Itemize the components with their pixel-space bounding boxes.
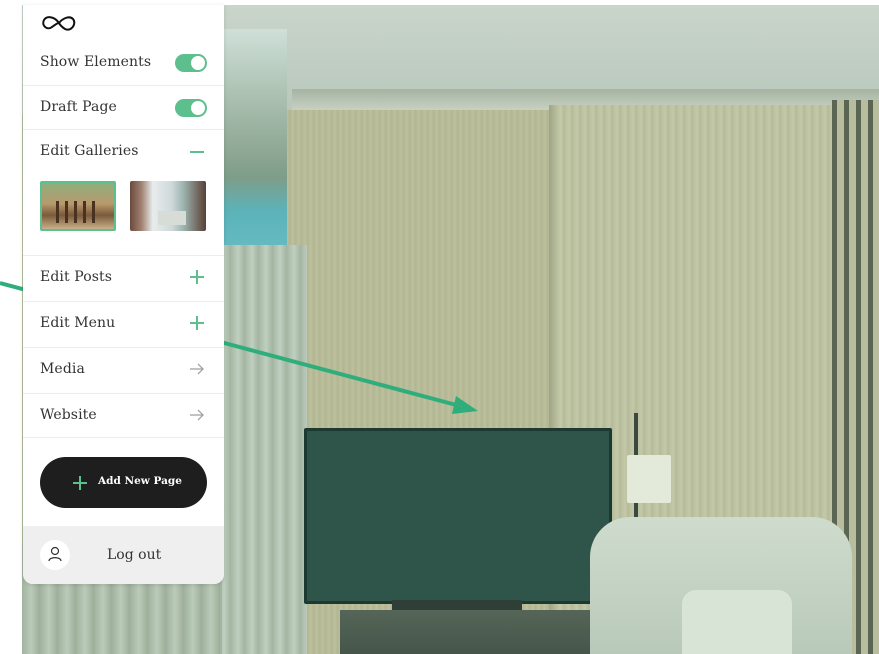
minus-icon[interactable] [190,151,204,153]
draft-page-toggle[interactable] [175,99,207,117]
draft-page-row[interactable]: Draft Page [23,85,224,129]
curtain [217,245,307,654]
editor-sidebar-panel: Show Elements Draft Page Edit Galleries … [23,5,224,584]
window-pool-view [222,29,287,257]
media-label: Media [40,361,85,377]
gallery-thumbnail-patio[interactable] [40,181,116,231]
television [304,428,612,604]
edit-galleries-row[interactable]: Edit Galleries [23,129,224,173]
media-row[interactable]: Media [23,347,224,391]
plus-icon [73,476,87,490]
edit-posts-label: Edit Posts [40,269,113,285]
arrow-right-icon[interactable] [189,409,205,421]
show-elements-row[interactable]: Show Elements [23,41,224,85]
gallery-thumbnail-bedroom[interactable] [130,181,206,231]
add-new-page-label: Add New Page [98,475,182,487]
logout-footer[interactable]: Log out [23,526,224,584]
edit-galleries-label: Edit Galleries [40,143,139,159]
edit-posts-row[interactable]: Edit Posts [23,255,224,299]
armchair-cushion [682,590,792,654]
show-elements-toggle[interactable] [175,54,207,72]
infinity-icon [42,16,76,31]
draft-page-label: Draft Page [40,99,117,115]
tv-stand [392,600,522,610]
user-icon[interactable] [40,540,70,570]
user-outline-icon [48,546,62,562]
patio-chairs [56,201,100,223]
bedroom-sofa [158,211,186,225]
add-new-page-button[interactable]: Add New Page [40,457,207,508]
logout-button[interactable]: Log out [107,547,161,563]
plus-icon[interactable] [190,316,204,330]
divider [23,437,224,438]
edit-menu-label: Edit Menu [40,315,116,331]
arrow-right-icon[interactable] [189,363,205,375]
show-elements-label: Show Elements [40,54,152,70]
plus-icon[interactable] [190,270,204,284]
website-label: Website [40,407,97,423]
edit-menu-row[interactable]: Edit Menu [23,301,224,345]
gallery-thumbnails [23,173,224,255]
floor-lamp-shade [627,455,671,503]
tv-console [340,610,590,654]
website-row[interactable]: Website [23,393,224,437]
